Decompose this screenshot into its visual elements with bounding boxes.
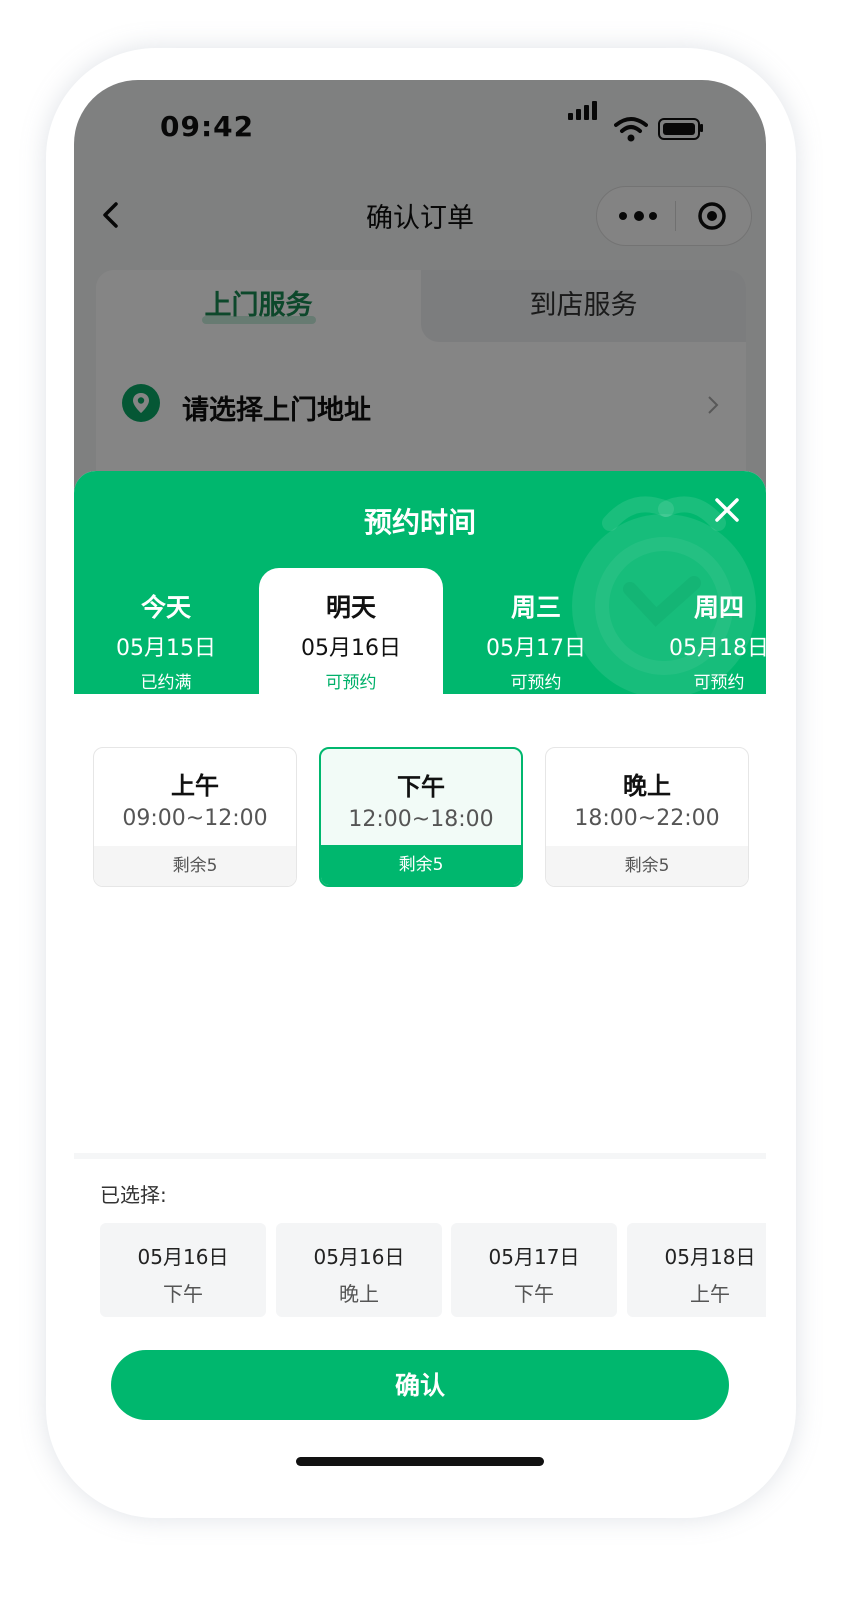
chip-date: 05月18日 [664,1245,756,1269]
date-tab-today[interactable]: 今天 05月15日 已约满 [74,568,258,694]
chip-period: 下午 [514,1282,554,1306]
slot-range: 12:00~18:00 [348,807,494,832]
slot-remaining: 剩余5 [546,846,748,886]
selected-label: 已选择: [100,1183,167,1207]
slot-range: 18:00~22:00 [574,806,720,831]
slot-remaining: 剩余5 [94,846,296,886]
selected-chip[interactable]: 05月17日 下午 [451,1223,617,1317]
date-tab-date: 05月17日 [486,636,586,661]
confirm-button[interactable]: 确认 [111,1350,729,1420]
slot-name: 晚上 [623,772,671,800]
date-tab-day: 周三 [510,593,561,622]
slot-name: 下午 [397,773,445,801]
selected-chips: 05月16日 下午 05月16日 晚上 05月17日 下午 05月18日 上午 [100,1223,766,1319]
phone-screen: 09:42 确认订单 上门服务 到店服务 请选择上门地址 预约时间 今天 05月… [74,80,766,1490]
time-slot-row: 上午 09:00~12:00 剩余5 下午 12:00~18:00 剩余5 晚上… [93,747,749,887]
date-tab-date: 05月16日 [301,636,401,661]
sheet-header: 预约时间 今天 05月15日 已约满 明天 05月16日 可预约 周三 05月1… [74,471,766,694]
date-tab-day: 今天 [140,593,191,622]
date-tab-thursday[interactable]: 周四 05月18日 可预约 [627,568,766,694]
date-tab-tomorrow[interactable]: 明天 05月16日 可预约 [259,568,443,694]
date-tab-date: 05月15日 [116,636,216,661]
sheet-title: 预约时间 [363,506,476,539]
selected-chip[interactable]: 05月18日 上午 [627,1223,766,1317]
home-indicator [296,1457,544,1466]
selected-chip[interactable]: 05月16日 下午 [100,1223,266,1317]
slot-evening[interactable]: 晚上 18:00~22:00 剩余5 [545,747,749,887]
slot-morning[interactable]: 上午 09:00~12:00 剩余5 [93,747,297,887]
chip-date: 05月16日 [313,1245,405,1269]
date-tab-status: 可预约 [325,673,377,693]
section-divider [74,1153,766,1159]
date-tab-date: 05月18日 [669,636,766,661]
slot-remaining: 剩余5 [321,845,521,885]
slot-afternoon[interactable]: 下午 12:00~18:00 剩余5 [319,747,523,887]
date-tab-status: 可预约 [510,673,562,693]
chip-date: 05月16日 [137,1245,229,1269]
chip-date: 05月17日 [488,1245,580,1269]
date-tab-day: 明天 [325,593,376,622]
date-tab-status: 已约满 [140,673,192,693]
slot-range: 09:00~12:00 [122,806,268,831]
date-tab-wednesday[interactable]: 周三 05月17日 可预约 [444,568,628,694]
close-icon[interactable] [710,493,744,527]
selected-chip[interactable]: 05月16日 晚上 [276,1223,442,1317]
date-tab-day: 周四 [693,593,744,622]
appointment-sheet: 预约时间 今天 05月15日 已约满 明天 05月16日 可预约 周三 05月1… [74,471,766,1490]
chip-period: 晚上 [339,1282,379,1306]
chip-period: 上午 [690,1282,730,1306]
chip-period: 下午 [163,1282,203,1306]
date-tab-status: 可预约 [693,673,745,693]
slot-name: 上午 [171,772,219,800]
